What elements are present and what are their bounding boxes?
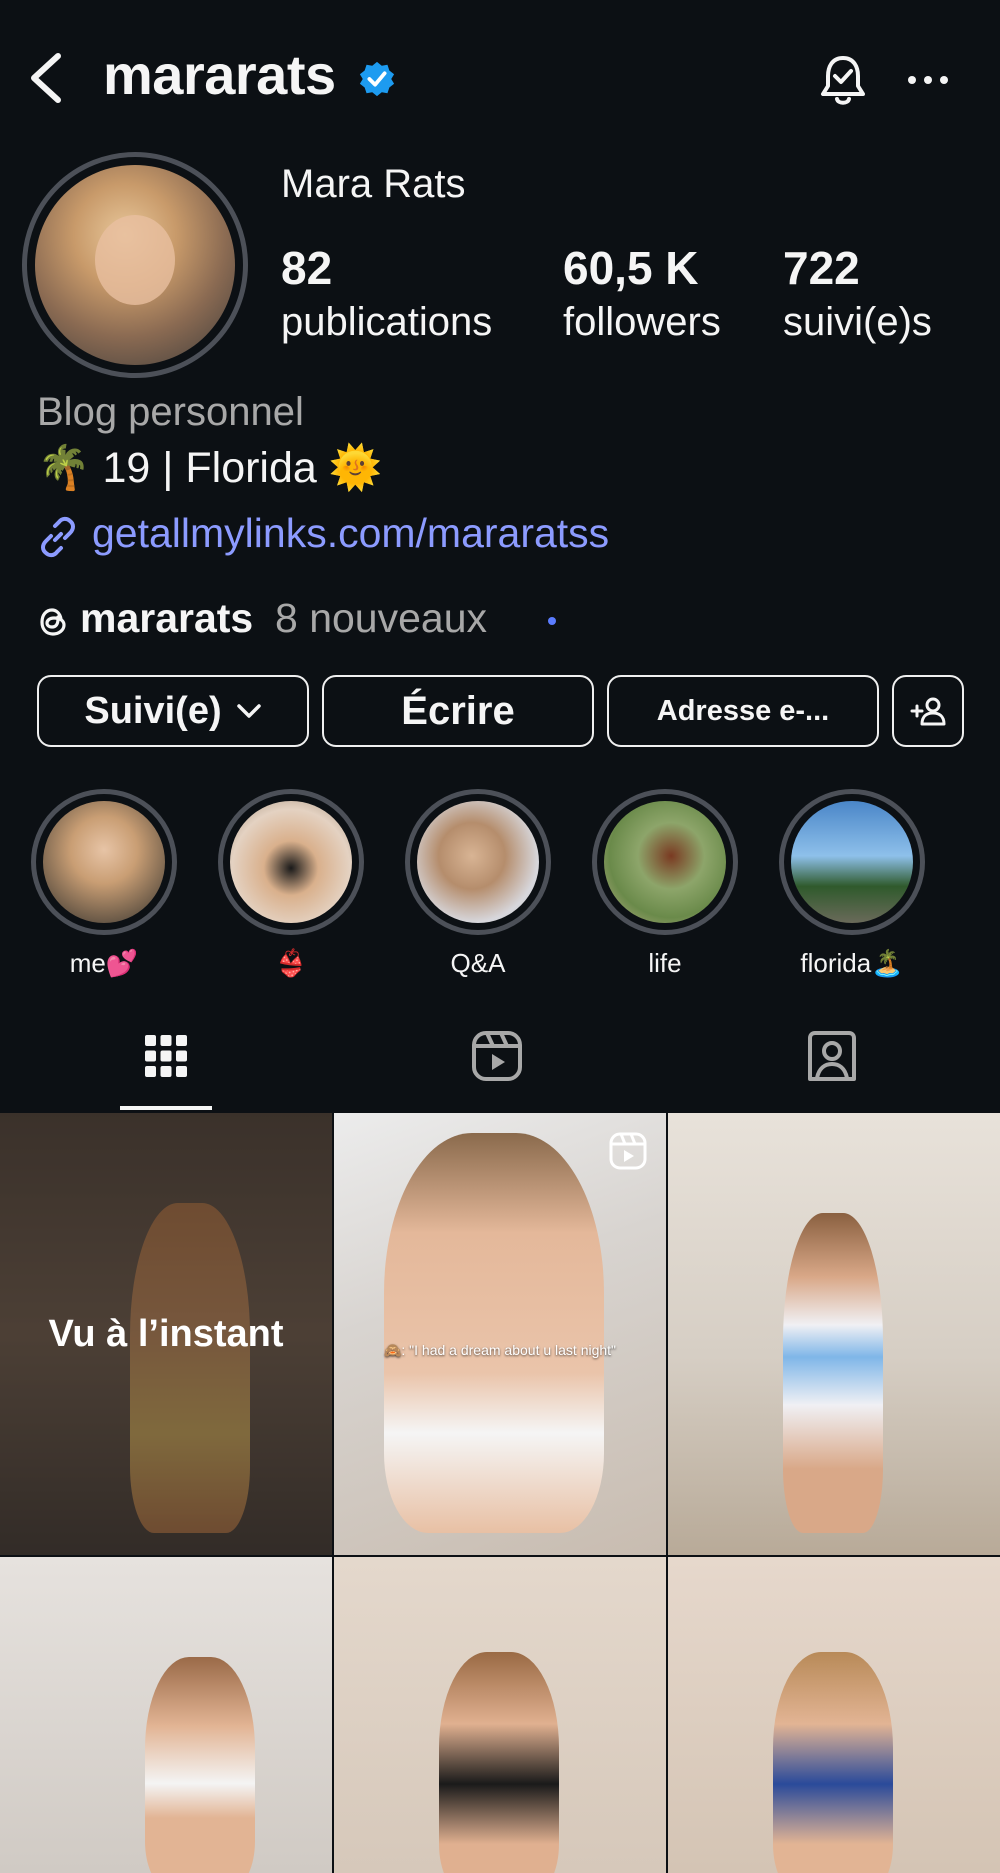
highlight-ring	[592, 789, 738, 935]
story-highlight[interactable]: 👙	[218, 789, 364, 981]
profile-tabs	[0, 1010, 1000, 1112]
post-figure	[145, 1657, 255, 1873]
following-label: Suivi(e)	[84, 689, 222, 732]
story-highlight[interactable]: me💕	[31, 789, 177, 981]
post-caption: 🙈: "I had a dream about u last night"	[383, 1342, 617, 1358]
threads-icon	[40, 608, 66, 636]
highlight-label: me💕	[69, 948, 139, 978]
post-thumbnail[interactable]: Vu à l’instant	[0, 1113, 332, 1555]
link-text: getallmylinks.com/mararatss	[92, 510, 610, 556]
stat-label: followers	[563, 300, 721, 344]
highlight-label: 👙	[274, 948, 308, 978]
highlight-cover	[604, 801, 726, 923]
reels-icon[interactable]	[467, 1026, 527, 1086]
story-highlight[interactable]: florida🏝️	[779, 789, 925, 981]
grid-icon[interactable]	[136, 1026, 196, 1086]
new-dot	[548, 617, 556, 625]
post-thumbnail[interactable]: 🙈: "I had a dream about u last night"	[334, 1113, 666, 1555]
stat-value: 60,5 K	[563, 242, 699, 294]
post-thumbnail[interactable]	[668, 1557, 1000, 1873]
highlight-cover	[417, 801, 539, 923]
more-horizontal-icon[interactable]	[906, 70, 950, 90]
stat-publications: 82 publications	[281, 242, 492, 350]
profile-category: Blog personnel	[37, 390, 304, 434]
profile-username: mararats	[103, 43, 336, 106]
highlight-ring	[405, 789, 551, 935]
highlight-ring	[31, 789, 177, 935]
highlight-cover	[43, 801, 165, 923]
stat-followers[interactable]: 60,5 K followers	[563, 242, 721, 350]
post-figure	[439, 1652, 559, 1873]
post-thumbnail[interactable]	[668, 1113, 1000, 1555]
highlight-ring	[218, 789, 364, 935]
following-button[interactable]: Suivi(e)	[37, 675, 309, 747]
post-thumbnail[interactable]	[334, 1557, 666, 1873]
stat-label: suivi(e)s	[783, 300, 932, 344]
reels-icon	[609, 1132, 647, 1170]
active-tab-indicator	[120, 1106, 212, 1110]
highlight-cover	[791, 801, 913, 923]
threads-username: mararats	[80, 595, 254, 641]
highlight-label: Q&A	[450, 948, 506, 978]
seen-label: Vu à l’instant	[48, 1312, 284, 1355]
chevron-down-icon	[236, 704, 261, 718]
display-name: Mara Rats	[281, 162, 466, 206]
link-icon	[41, 516, 75, 558]
chevron-left-icon[interactable]	[26, 50, 66, 106]
story-highlight[interactable]: life	[592, 789, 738, 981]
verified-badge-icon	[359, 61, 395, 97]
notification-bell-icon[interactable]	[818, 52, 868, 108]
highlight-cover	[230, 801, 352, 923]
tagged-person-icon[interactable]	[802, 1026, 862, 1086]
stat-label: publications	[281, 300, 493, 344]
post-figure	[783, 1213, 883, 1533]
profile-bio: 🌴 19 | Florida 🌞	[37, 444, 383, 492]
threads-new-count: 8 nouveaux	[275, 595, 488, 641]
stat-value: 82	[281, 242, 333, 294]
seen-overlay: Vu à l’instant	[0, 1113, 332, 1555]
post-thumbnail[interactable]	[0, 1557, 332, 1873]
email-button[interactable]: Adresse e-...	[607, 675, 879, 747]
top-bar: mararats	[0, 0, 1000, 160]
suggested-users-button[interactable]	[892, 675, 964, 747]
message-button[interactable]: Écrire	[322, 675, 594, 747]
avatar	[35, 165, 235, 365]
post-figure	[384, 1133, 604, 1533]
profile-avatar-ring[interactable]	[22, 152, 248, 378]
stat-following[interactable]: 722 suivi(e)s	[783, 242, 932, 350]
highlight-ring	[779, 789, 925, 935]
add-person-icon	[910, 697, 946, 726]
post-figure	[773, 1652, 893, 1873]
highlight-label: life	[648, 948, 682, 978]
posts-grid: Vu à l’instant 🙈: "I had a dream about u…	[0, 1113, 1000, 1873]
stat-value: 722	[783, 242, 860, 294]
story-highlight[interactable]: Q&A	[405, 789, 551, 981]
highlight-label: florida🏝️	[800, 948, 904, 978]
